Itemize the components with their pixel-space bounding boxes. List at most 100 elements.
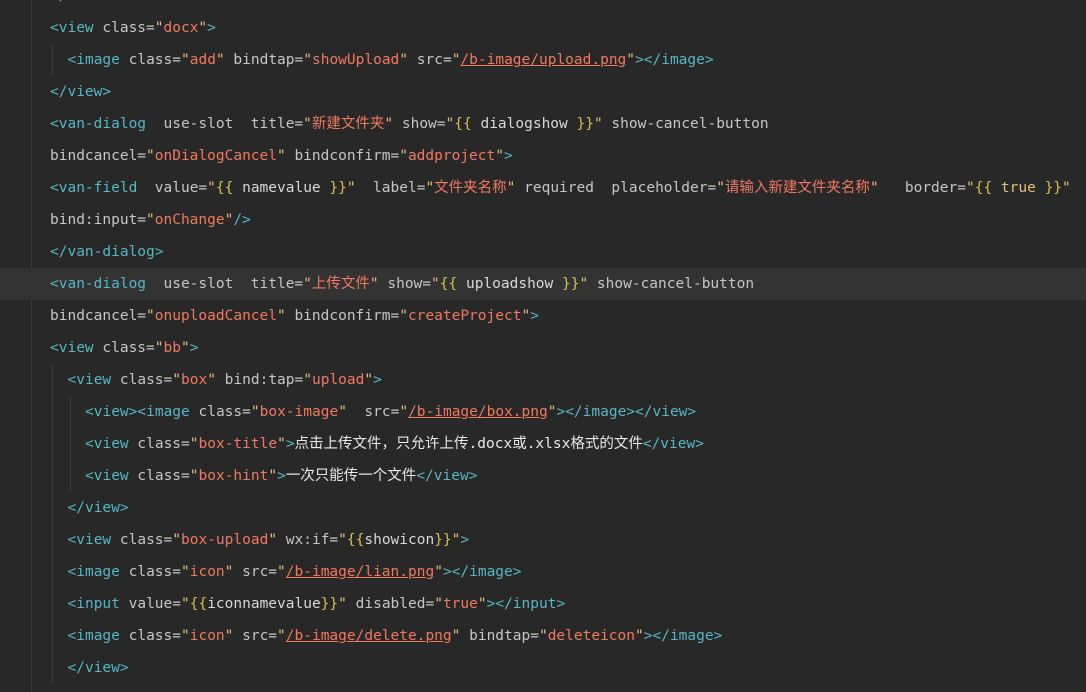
code-text: <view class="box" bind:tap="upload"> [68, 364, 382, 396]
code-token: " [364, 372, 374, 388]
code-text: <image class="icon" src="/b-image/delete… [68, 620, 723, 652]
code-token: " [346, 180, 356, 196]
code-token: " [431, 276, 440, 292]
code-line[interactable]: <view class="box-upload" wx:if="{{showic… [0, 524, 1086, 556]
code-token: border= [878, 180, 966, 196]
code-token: " [215, 52, 225, 68]
code-token: class= [119, 628, 181, 644]
code-token: " [198, 20, 208, 36]
code-token: {{ [215, 180, 234, 196]
code-token: use-slot title= [146, 116, 304, 132]
code-token: <van-dialog [50, 276, 147, 292]
code-line[interactable]: <view class="box" bind:tap="upload"> [0, 364, 1086, 396]
code-line[interactable]: <van-field value="{{ namevalue }}" label… [0, 172, 1086, 204]
code-line[interactable]: <view class="docx"> [0, 12, 1086, 44]
code-token: box-upload [181, 532, 269, 548]
code-line[interactable]: <view class="box-title">点击上传文件，只允许上传.doc… [0, 428, 1086, 460]
code-line[interactable]: <view><image class="box-image" src="/b-i… [0, 396, 1086, 428]
code-token: }} [329, 180, 347, 196]
indent-guide [69, 396, 71, 428]
code-token: class= [93, 20, 155, 36]
code-token: <image [67, 628, 120, 644]
code-line[interactable]: </view> [0, 492, 1086, 524]
code-token: createProject [407, 308, 522, 324]
code-token: " [154, 20, 164, 36]
code-token: class= [128, 436, 190, 452]
code-token: icon [189, 628, 225, 644]
code-token: add [189, 52, 216, 68]
code-token: class= [111, 372, 173, 388]
code-token: <view [85, 436, 129, 452]
code-line[interactable]: </van-dialog> [0, 236, 1086, 268]
code-token: src= [346, 404, 400, 420]
code-token: class= [119, 564, 181, 580]
code-token: <van-dialog [50, 116, 147, 132]
code-token: true [442, 596, 478, 612]
code-token: ></image> [643, 628, 723, 644]
code-token: <view><image [85, 404, 190, 420]
code-token: addproject [407, 148, 496, 164]
code-token: <view [85, 468, 129, 484]
code-token: src= [233, 564, 278, 580]
code-token: > [504, 148, 513, 164]
code-line[interactable]: <image class="icon" src="/b-image/lian.p… [0, 556, 1086, 588]
indent-guide [52, 364, 53, 396]
code-token: src= [408, 52, 452, 68]
code-text: <van-field value="{{ namevalue }}" label… [50, 172, 1071, 204]
code-token: " [268, 468, 278, 484]
code-token: }} [434, 532, 452, 548]
code-token: <view [50, 20, 94, 36]
indent-guide [52, 428, 53, 460]
code-token: icon [189, 564, 225, 580]
code-token: " [579, 276, 589, 292]
code-token: true [992, 180, 1045, 196]
code-token: {{ [454, 116, 472, 132]
code-token: " [1062, 180, 1071, 196]
code-token: uploadshow [457, 276, 562, 292]
code-token: show= [393, 116, 446, 132]
code-line[interactable]: <view class="box-hint">一次只能传一个文件</view> [0, 460, 1086, 492]
code-line[interactable]: bindcancel="onuploadCancel" bindconfirm=… [0, 300, 1086, 332]
code-token: bindcancel= [50, 148, 147, 164]
code-token: " [146, 212, 155, 228]
code-token: " [434, 564, 443, 580]
code-line[interactable]: <image class="icon" src="/b-image/delete… [0, 620, 1086, 652]
code-line[interactable]: </view> [0, 652, 1086, 684]
code-token: <view [67, 532, 112, 548]
code-token: ></image> [442, 564, 522, 580]
code-token: <view [50, 340, 94, 356]
code-token: > [207, 20, 216, 36]
code-token: {{ [346, 532, 365, 548]
code-token: " [495, 148, 504, 164]
code-token: " [869, 180, 879, 196]
code-token: " [965, 180, 975, 196]
code-line[interactable]: bind:input="onChange"/> [0, 204, 1086, 236]
code-line[interactable]: <image class="add" bindtap="showUpload" … [0, 44, 1086, 76]
code-line[interactable]: <van-dialog use-slot title="上传文件" show="… [0, 268, 1086, 300]
code-token: " [146, 308, 155, 324]
code-line[interactable]: </view> [0, 76, 1086, 108]
code-line[interactable]: <input value="{{iconnamevalue}}" disable… [0, 588, 1086, 620]
code-line[interactable]: <view class="bb"> [0, 332, 1086, 364]
code-token: " [303, 372, 312, 388]
code-line[interactable]: <van-dialog use-slot title="新建文件夹" show=… [0, 108, 1086, 140]
code-text: <van-dialog use-slot title="新建文件夹" show=… [50, 108, 769, 140]
code-token: <van-field [50, 180, 138, 196]
code-token: </van-dialog> [50, 244, 164, 260]
code-token: " [268, 532, 278, 548]
code-text: <view><image class="box-image" src="/b-i… [85, 396, 696, 428]
code-token: box-hint [198, 468, 269, 484]
indent-guide [52, 460, 53, 492]
code-token: " [626, 52, 636, 68]
code-token: class= [128, 468, 190, 484]
code-token: disabled= [346, 596, 435, 612]
code-line[interactable]: bindcancel="onDialogCancel" bindconfirm=… [0, 140, 1086, 172]
code-line[interactable]: </view> [0, 0, 1086, 12]
code-editor[interactable]: </view><view class="docx"><image class="… [0, 0, 1086, 692]
code-token: " [180, 340, 190, 356]
code-token: <input [67, 596, 120, 612]
code-token: {{ [974, 180, 993, 196]
code-token: " [277, 628, 286, 644]
indent-guide [52, 556, 53, 588]
code-token: " [384, 116, 394, 132]
